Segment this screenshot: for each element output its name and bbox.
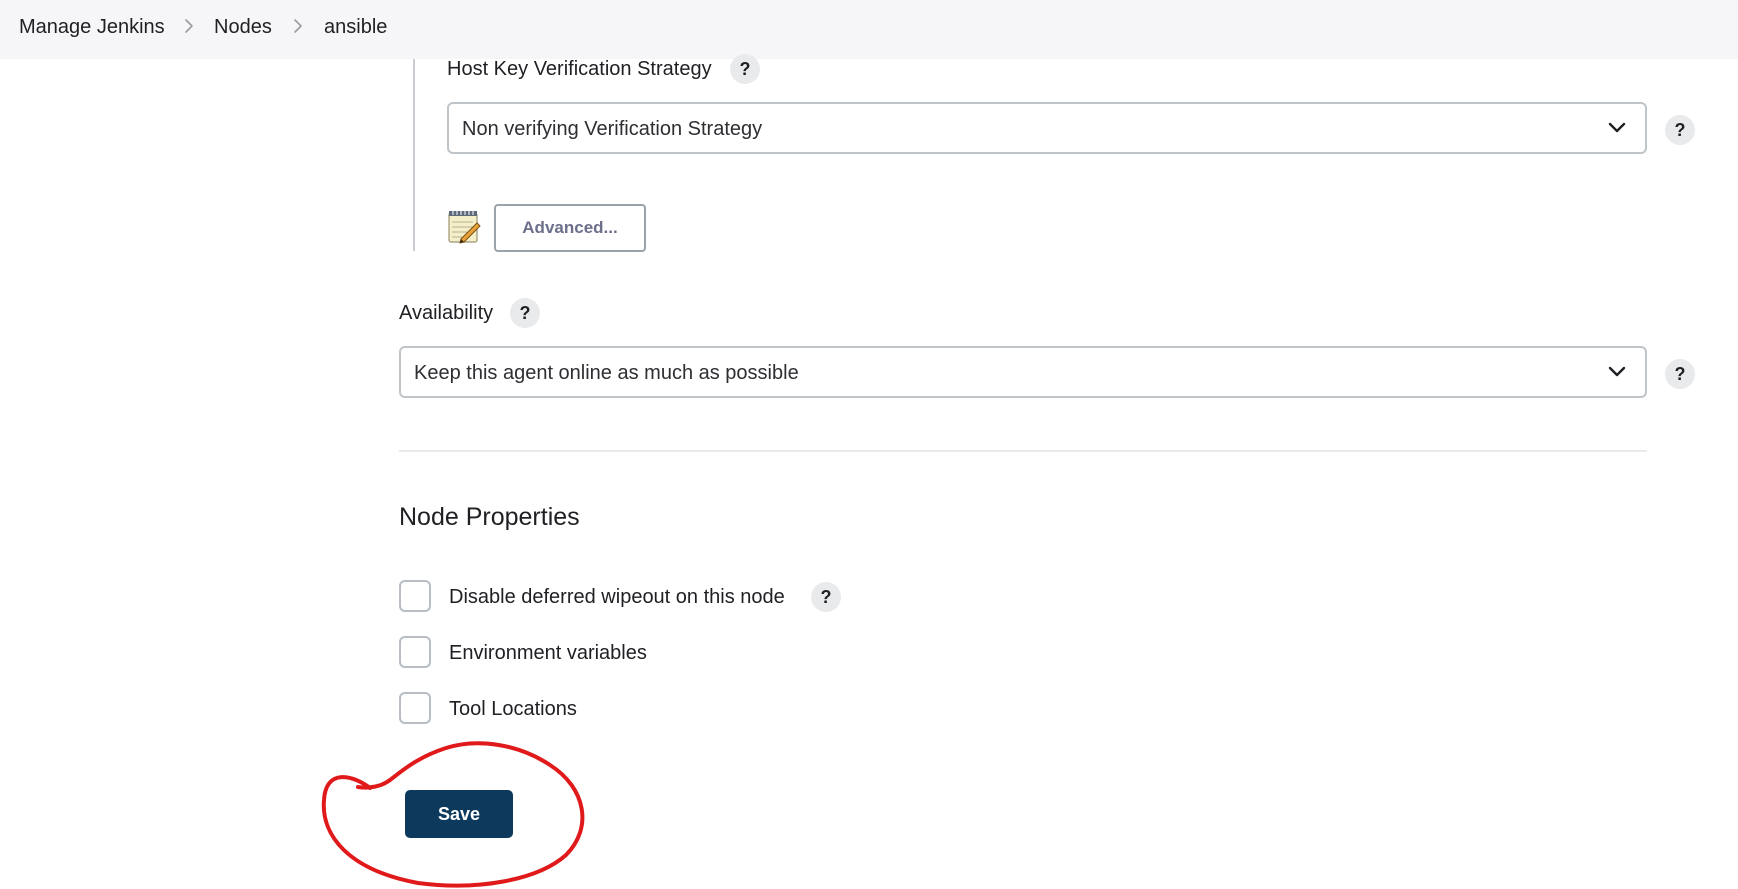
tool-locations-label[interactable]: Tool Locations xyxy=(449,697,577,721)
availability-help-button[interactable]: ? xyxy=(510,298,540,328)
breadcrumb-nodes[interactable]: Nodes xyxy=(214,15,272,39)
environment-variables-checkbox[interactable] xyxy=(399,636,431,668)
availability-select[interactable]: Keep this agent online as much as possib… xyxy=(399,346,1647,398)
chevron-right-icon xyxy=(185,19,193,33)
availability-select-help-button[interactable]: ? xyxy=(1665,359,1695,389)
breadcrumb-ansible[interactable]: ansible xyxy=(324,15,387,39)
breadcrumb-manage-jenkins[interactable]: Manage Jenkins xyxy=(19,15,165,39)
disable-deferred-wipeout-help-button[interactable]: ? xyxy=(811,582,841,612)
notepad-icon xyxy=(448,210,481,244)
environment-variables-label[interactable]: Environment variables xyxy=(449,641,647,665)
chevron-down-icon xyxy=(1608,122,1626,133)
host-key-select-help-button[interactable]: ? xyxy=(1665,115,1695,145)
availability-value: Keep this agent online as much as possib… xyxy=(414,362,799,384)
tool-locations-checkbox[interactable] xyxy=(399,692,431,724)
node-properties-title: Node Properties xyxy=(399,503,580,531)
chevron-down-icon xyxy=(1608,366,1626,377)
section-divider xyxy=(399,450,1647,452)
host-key-strategy-select[interactable]: Non verifying Verification Strategy xyxy=(447,102,1647,154)
breadcrumb: Manage Jenkins Nodes ansible xyxy=(0,0,1738,59)
availability-label: Availability xyxy=(399,302,494,324)
nested-section-border xyxy=(413,59,415,251)
host-key-strategy-label: Host Key Verification Strategy xyxy=(447,58,712,80)
chevron-right-icon xyxy=(294,19,302,33)
host-key-strategy-value: Non verifying Verification Strategy xyxy=(462,118,763,140)
annotation-circle xyxy=(321,741,585,888)
disable-deferred-wipeout-label[interactable]: Disable deferred wipeout on this node xyxy=(449,585,785,609)
host-key-help-button[interactable]: ? xyxy=(730,54,760,84)
disable-deferred-wipeout-checkbox[interactable] xyxy=(399,580,431,612)
advanced-button[interactable]: Advanced... xyxy=(494,204,646,252)
page: Manage Jenkins Nodes ansible Host Key Ve… xyxy=(0,0,1738,889)
